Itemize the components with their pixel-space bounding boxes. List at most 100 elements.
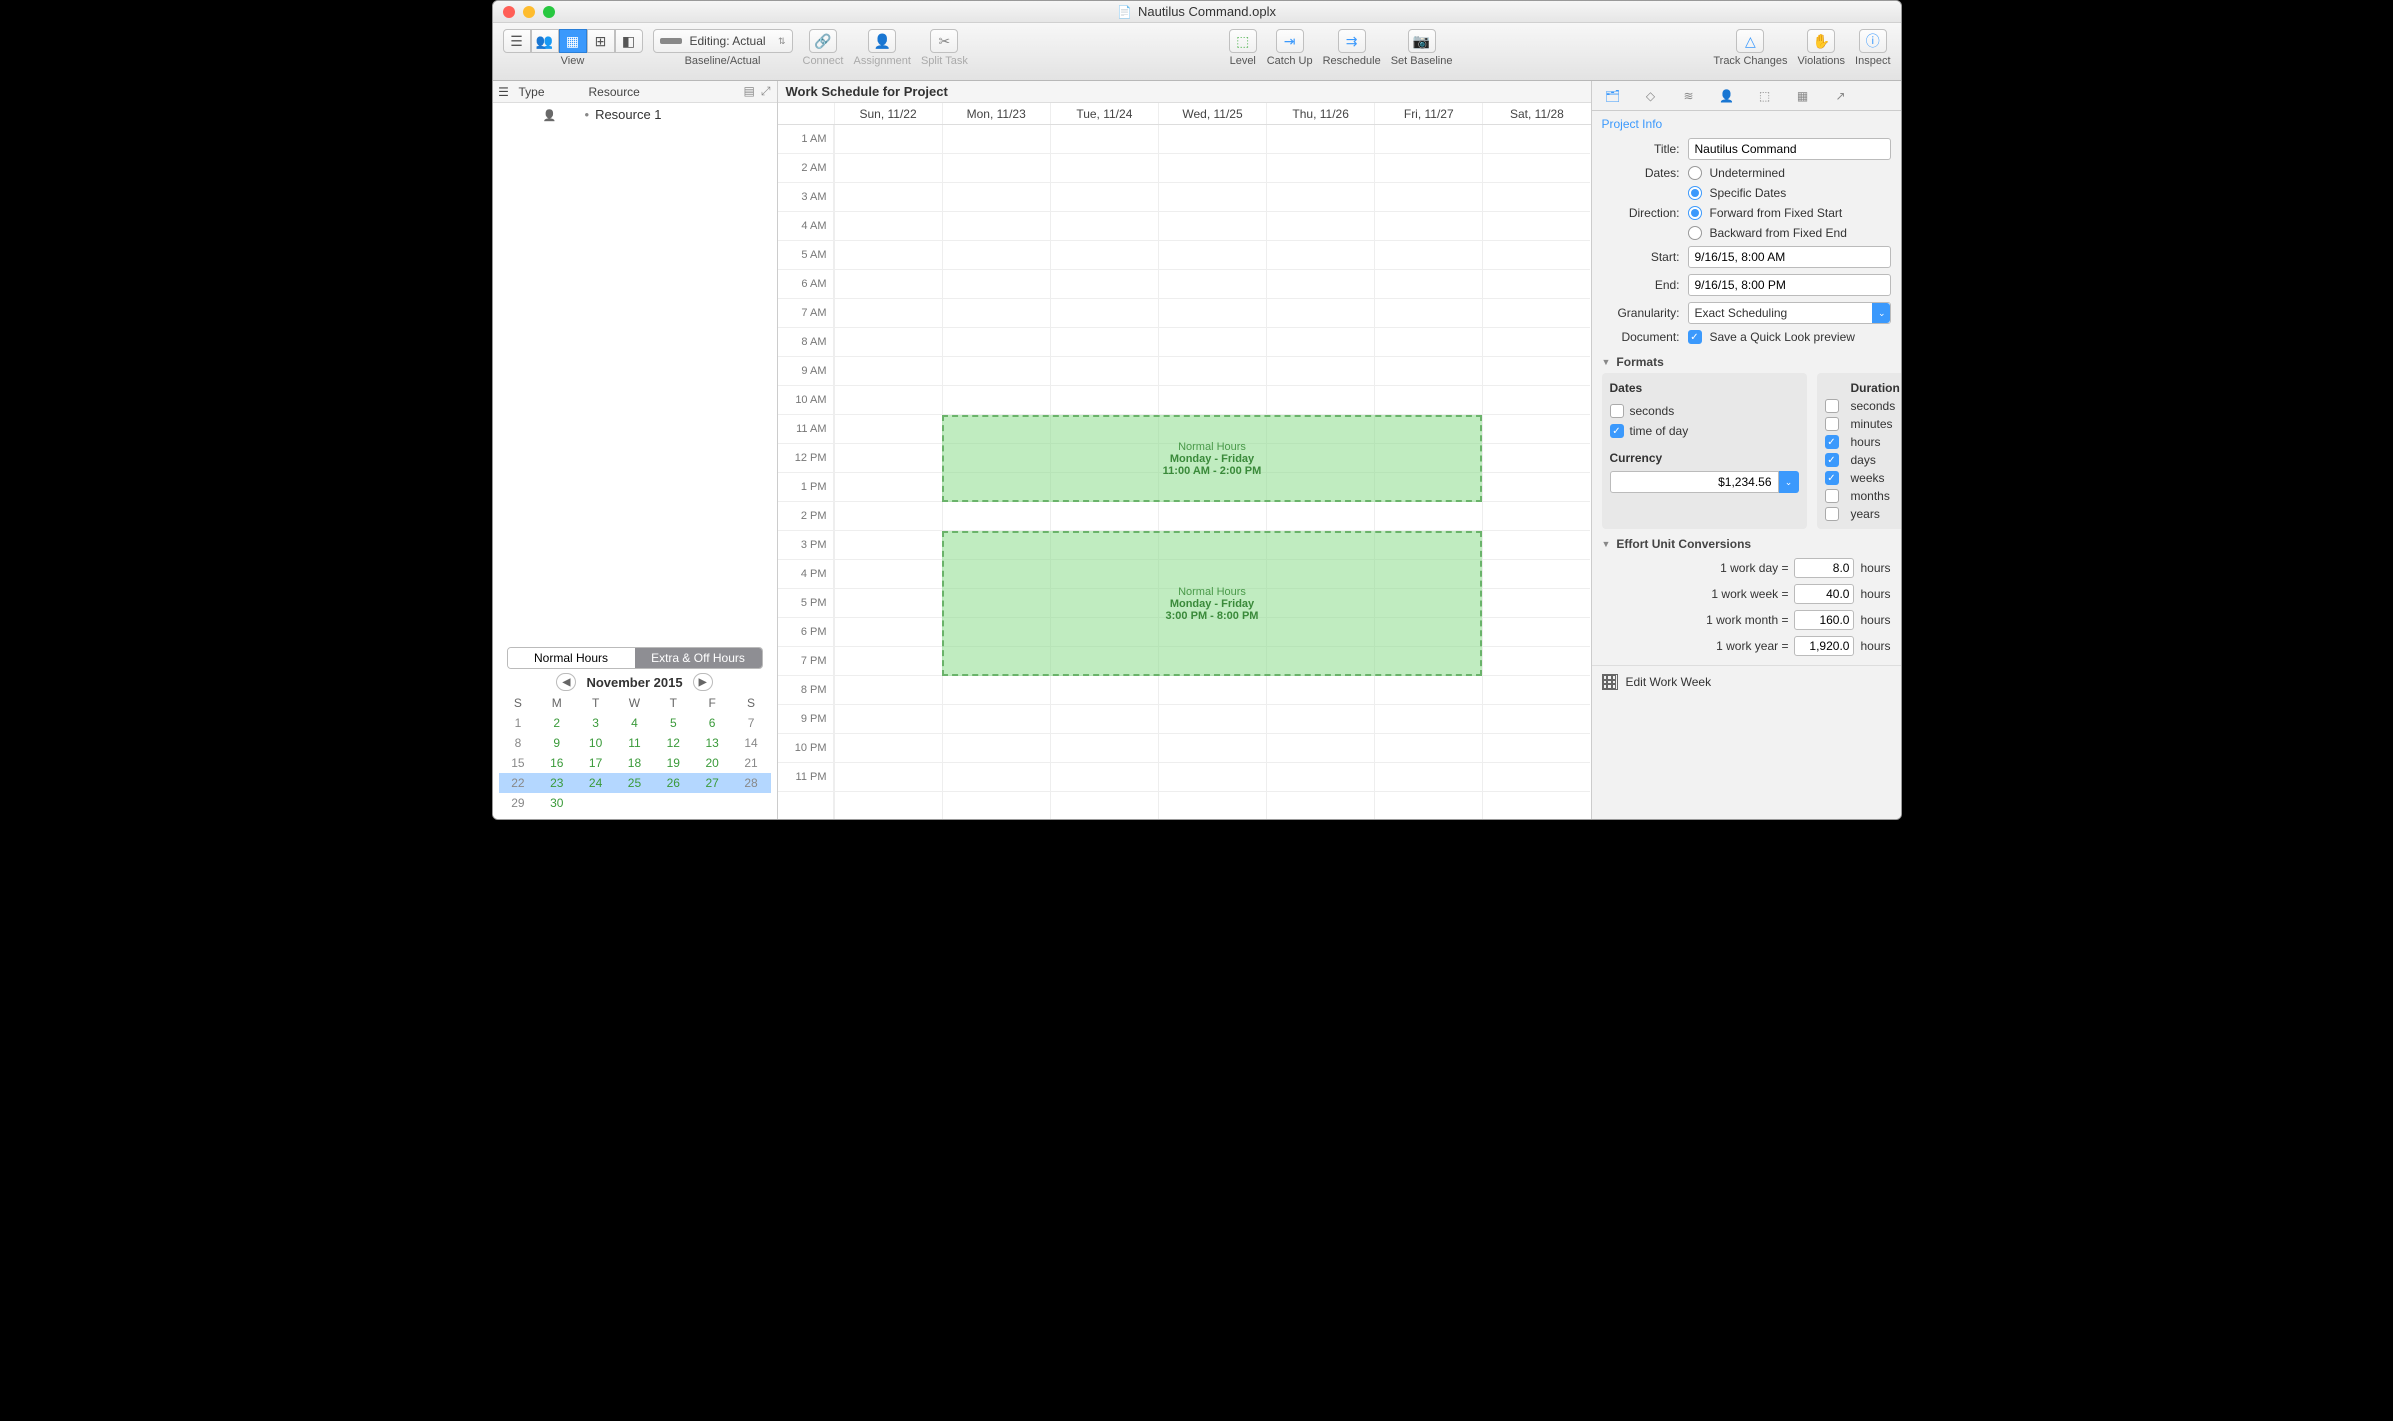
inspector: 🗂 ◇ ≋ 👤 ⬚ ▦ ↗ Project Info Title: Dates:… xyxy=(1591,81,1901,819)
setbaseline-group: 📷 Set Baseline xyxy=(1391,29,1453,67)
end-field[interactable] xyxy=(1688,274,1891,296)
catchup-group: ⇥ Catch Up xyxy=(1267,29,1313,67)
conv-month-field[interactable] xyxy=(1794,610,1854,630)
granularity-label: Granularity: xyxy=(1602,306,1680,320)
day-column[interactable] xyxy=(834,125,942,819)
type-header[interactable]: Type xyxy=(515,85,585,99)
trackchanges-button[interactable]: △ xyxy=(1736,29,1764,53)
baseline-label-text: Editing: Actual xyxy=(690,34,766,48)
tab-columns[interactable]: ▦ xyxy=(1792,85,1814,107)
forward-text: Forward from Fixed Start xyxy=(1710,206,1843,220)
setbaseline-button[interactable]: 📷 xyxy=(1408,29,1436,53)
tab-tasks[interactable]: ≋ xyxy=(1678,85,1700,107)
chk-dur-hours[interactable] xyxy=(1825,435,1839,449)
conversions-disclosure[interactable]: Effort Unit Conversions xyxy=(1592,529,1901,555)
inspector-tabs: 🗂 ◇ ≋ 👤 ⬚ ▦ ↗ xyxy=(1592,81,1901,111)
expand-icon[interactable]: ⤢ xyxy=(761,84,771,99)
view-calendar-button[interactable]: ▦ xyxy=(559,29,587,53)
time-row: 5 AM xyxy=(778,241,833,270)
bullet-icon xyxy=(585,107,596,122)
hours-tabs: Normal Hours Extra & Off Hours xyxy=(507,647,763,669)
granularity-select[interactable]: Exact Scheduling⌄ xyxy=(1688,302,1891,324)
title-field[interactable] xyxy=(1688,138,1891,160)
currency-field[interactable] xyxy=(1610,471,1779,493)
tab-normal-hours[interactable]: Normal Hours xyxy=(508,648,635,668)
day-header-cell: Sun, 11/22 xyxy=(834,103,942,124)
quicklook-checkbox[interactable] xyxy=(1688,330,1702,344)
tab-export[interactable]: ↗ xyxy=(1830,85,1852,107)
conv-year-field[interactable] xyxy=(1794,636,1854,656)
day-column[interactable] xyxy=(942,125,1050,819)
formats-disclosure[interactable]: Formats xyxy=(1592,347,1901,373)
tab-resource[interactable]: 👤 xyxy=(1716,85,1738,107)
chk-dur-minutes[interactable] xyxy=(1825,417,1839,431)
backward-text: Backward from Fixed End xyxy=(1710,226,1847,240)
view-outline-button[interactable]: ☰ xyxy=(503,29,531,53)
col-icon: ☰ xyxy=(493,85,515,99)
day-column[interactable] xyxy=(1482,125,1590,819)
day-column[interactable] xyxy=(1266,125,1374,819)
time-row: 10 AM xyxy=(778,386,833,415)
catchup-button[interactable]: ⇥ xyxy=(1276,29,1304,53)
inspect-button[interactable]: ⓘ xyxy=(1859,29,1887,53)
view-network-button[interactable]: ⊞ xyxy=(587,29,615,53)
tab-project-info[interactable]: 🗂 xyxy=(1602,85,1624,107)
time-row: 11 AM xyxy=(778,415,833,444)
split-task-label: Split Task xyxy=(921,55,968,67)
time-row: 5 PM xyxy=(778,589,833,618)
tab-extra-off-hours[interactable]: Extra & Off Hours xyxy=(635,648,762,668)
calendar-grid[interactable]: SMTWTFS123456789101112131415161718192021… xyxy=(499,693,771,813)
violations-button[interactable]: ✋ xyxy=(1807,29,1835,53)
catchup-label: Catch Up xyxy=(1267,55,1313,67)
radio-forward[interactable] xyxy=(1688,206,1702,220)
conv-week-field[interactable] xyxy=(1794,584,1854,604)
radio-backward[interactable] xyxy=(1688,226,1702,240)
chk-dur-months[interactable] xyxy=(1825,489,1839,503)
day-header-cell: Tue, 11/24 xyxy=(1050,103,1158,124)
baseline-controls: Editing: Actual ⇅ Baseline/Actual xyxy=(653,29,793,67)
end-label: End: xyxy=(1602,278,1680,292)
split-task-button[interactable]: ✂ xyxy=(930,29,958,53)
tab-styles[interactable]: ⬚ xyxy=(1754,85,1776,107)
chk-seconds-date[interactable] xyxy=(1610,404,1624,418)
schedule-grid[interactable]: 1 AM2 AM3 AM4 AM5 AM6 AM7 AM8 AM9 AM10 A… xyxy=(778,125,1591,819)
view-resources-button[interactable]: 👥 xyxy=(531,29,559,53)
view-style-button[interactable]: ◧ xyxy=(615,29,643,53)
inspect-label: Inspect xyxy=(1855,55,1890,67)
start-field[interactable] xyxy=(1688,246,1891,268)
tab-milestones[interactable]: ◇ xyxy=(1640,85,1662,107)
hours-unit4: hours xyxy=(1860,639,1890,653)
mini-calendar: ◀ November 2015 ▶ SMTWTFS123456789101112… xyxy=(493,671,777,819)
edit-work-week[interactable]: Edit Work Week xyxy=(1592,665,1901,698)
assignment-button[interactable]: 👤 xyxy=(868,29,896,53)
next-month-button[interactable]: ▶ xyxy=(693,673,713,691)
day-column[interactable] xyxy=(1050,125,1158,819)
chk-dur-weeks[interactable] xyxy=(1825,471,1839,485)
chk-dur-years[interactable] xyxy=(1825,507,1839,521)
day-column[interactable] xyxy=(1374,125,1482,819)
day-column[interactable] xyxy=(1158,125,1266,819)
chk-dur-seconds[interactable] xyxy=(1825,399,1839,413)
level-button[interactable]: ⬚ xyxy=(1229,29,1257,53)
u-weeks: weeks xyxy=(1851,471,1900,485)
radio-undetermined[interactable] xyxy=(1688,166,1702,180)
toolbar: ☰ 👥 ▦ ⊞ ◧ View Editing: Actual ⇅ Baselin… xyxy=(493,23,1901,81)
resource-header-text[interactable]: Resource xyxy=(585,85,744,99)
window-title-text: Nautilus Command.oplx xyxy=(1138,4,1276,19)
calendar-nav: ◀ November 2015 ▶ xyxy=(499,671,771,693)
conv-day-field[interactable] xyxy=(1794,558,1854,578)
currency-dropdown[interactable]: ⌄ xyxy=(1779,471,1799,493)
reschedule-button[interactable]: ⇉ xyxy=(1338,29,1366,53)
direction-label: Direction: xyxy=(1602,206,1680,220)
formats-panel: Dates seconds time of day Currency ⌄ Dur… xyxy=(1592,373,1901,529)
connect-button[interactable]: 🔗 xyxy=(809,29,837,53)
resource-row[interactable]: Resource 1 xyxy=(493,103,777,125)
chk-dur-days[interactable] xyxy=(1825,453,1839,467)
grid-icon[interactable]: ▤ xyxy=(744,84,755,99)
chk-timeofday[interactable] xyxy=(1610,424,1624,438)
radio-specific-dates[interactable] xyxy=(1688,186,1702,200)
baseline-selector[interactable]: Editing: Actual ⇅ xyxy=(653,29,793,53)
violations-label: Violations xyxy=(1798,55,1846,67)
person-icon xyxy=(543,107,557,122)
prev-month-button[interactable]: ◀ xyxy=(556,673,576,691)
